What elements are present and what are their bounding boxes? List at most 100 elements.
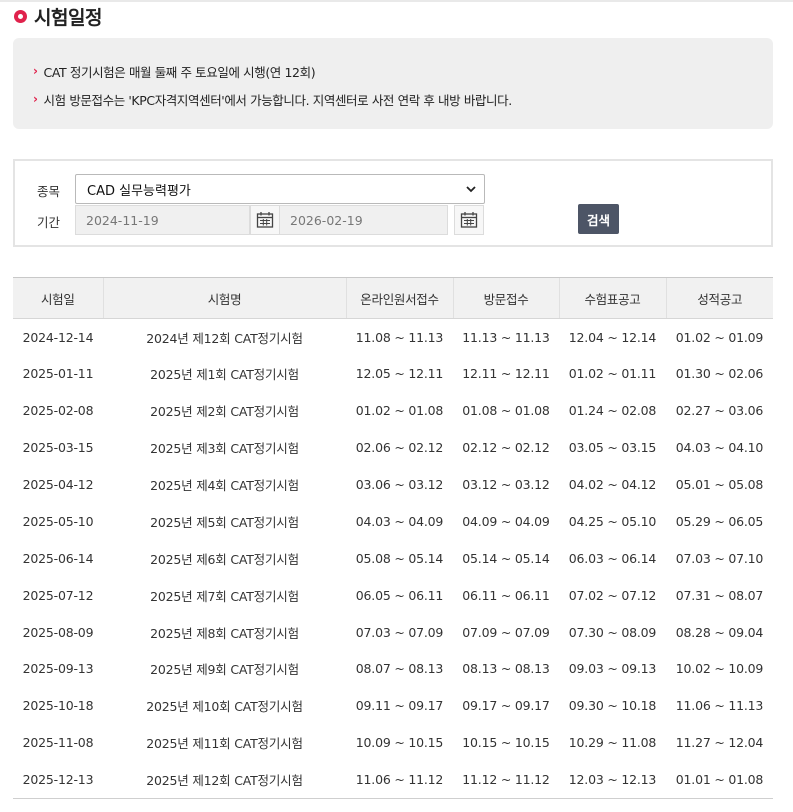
table-row: 2025-11-08 2025년 제11회 CAT정기시험 10.09 ~ 10.1… [13,724,773,761]
admission-ticket-cell: 04.02 ~ 04.12 [568,477,657,492]
start-date-calendar-button[interactable] [250,205,280,235]
exam-date-cell: 2025-05-10 [22,513,94,529]
exam-date-cell: 2025-02-08 [22,403,94,419]
table-row: 2025-03-15 2025년 제3회 CAT정기시험 02.06 ~ 02.12… [13,429,773,466]
exam-date-cell: 2025-04-12 [22,477,94,492]
table-row: 2025-09-13 2025년 제9회 CAT정기시험 08.07 ~ 08.13… [13,651,773,688]
admission-ticket-cell: 01.24 ~ 02.08 [568,403,657,419]
admission-ticket-cell: 03.05 ~ 03.15 [568,440,657,456]
score-announcement-cell: 01.02 ~ 01.09 [675,329,764,345]
exam-name-cell: 2025년 제2회 CAT정기시험 [150,404,299,420]
exam-name-cell: 2025년 제6회 CAT정기시험 [150,551,299,567]
visit-registration-cell: 05.14 ~ 05.14 [462,550,550,566]
exam-name-cell: 2024년 제12회 CAT정기시험 [146,330,303,346]
page-header: 시험일정 [14,3,102,29]
admission-ticket-cell: 06.03 ~ 06.14 [568,550,657,566]
exam-date-cell: 2025-08-09 [22,624,94,640]
search-panel: 종목 CAD 실무능력평가 기간 2024-11-19 2026-02-19 검… [13,159,773,247]
visit-registration-cell: 01.08 ~ 01.08 [462,403,550,419]
period-label: 기간 [37,215,61,230]
exam-date-cell: 2025-03-15 [22,440,94,456]
table-row: 2025-06-14 2025년 제6회 CAT정기시험 05.08 ~ 05.14… [13,540,773,577]
visit-registration-cell: 04.09 ~ 04.09 [462,513,550,529]
online-registration-cell: 02.06 ~ 02.12 [355,440,444,456]
online-registration-cell: 04.03 ~ 04.09 [355,513,444,529]
admission-ticket-cell: 10.29 ~ 11.08 [568,735,657,751]
notice-item: › CAT 정기시험은 매월 둘째 주 토요일에 시행(연 12회) [33,60,773,82]
exam-date-cell: 2025-06-14 [22,550,94,566]
notice-box: › CAT 정기시험은 매월 둘째 주 토요일에 시행(연 12회) › 시험 … [13,38,773,129]
table-row: 2025-07-12 2025년 제7회 CAT정기시험 06.05 ~ 06.11… [13,577,773,614]
exam-date-cell: 2024-12-14 [22,329,94,345]
visit-registration-cell: 10.15 ~ 10.15 [462,735,550,751]
table-row: 2025-02-08 2025년 제2회 CAT정기시험 01.02 ~ 01.08… [13,392,773,429]
top-divider [0,0,793,2]
score-announcement-cell: 04.03 ~ 04.10 [675,440,764,456]
online-registration-cell: 03.06 ~ 03.12 [355,477,444,492]
calendar-icon [256,212,274,228]
column-header-exam-name: 시험명 [102,277,346,319]
visit-registration-cell: 03.12 ~ 03.12 [462,477,550,492]
exam-name-cell: 2025년 제5회 CAT정기시험 [150,514,299,530]
admission-ticket-cell: 12.04 ~ 12.14 [568,329,657,345]
admission-ticket-cell: 09.30 ~ 10.18 [568,698,657,714]
exam-name-cell: 2025년 제9회 CAT정기시험 [150,662,299,678]
score-announcement-cell: 05.29 ~ 06.05 [675,513,764,529]
score-announcement-cell: 10.02 ~ 10.09 [675,661,764,677]
chevron-down-icon [466,186,476,193]
exam-date-cell: 2025-12-13 [13,761,103,799]
end-date-calendar-button[interactable] [454,205,484,235]
table-body: 2024-12-14 2024년 제12회 CAT정기시험 11.08 ~ 11.1… [13,319,773,799]
admission-ticket-cell: 09.03 ~ 09.13 [568,661,657,677]
notice-text: CAT 정기시험은 매월 둘째 주 토요일에 시행(연 12회) [43,64,316,80]
admission-ticket-cell: 04.25 ~ 05.10 [568,513,657,529]
column-header-visit-registration: 방문접수 [452,277,559,319]
table-header-row: 시험일 시험명 온라인원서접수 방문접수 수험표공고 성적공고 [13,277,773,319]
score-announcement-cell: 02.27 ~ 03.06 [675,403,764,419]
online-registration-cell: 08.07 ~ 08.13 [355,661,444,677]
calendar-icon [460,212,478,228]
online-registration-cell: 05.08 ~ 05.14 [355,550,444,566]
end-date-field[interactable]: 2026-02-19 [279,205,448,235]
online-registration-cell: 07.03 ~ 07.09 [355,624,444,640]
table-row: 2024-12-14 2024년 제12회 CAT정기시험 11.08 ~ 11.1… [13,319,773,356]
score-announcement-cell: 01.01 ~ 01.08 [666,761,773,799]
exam-name-cell: 2025년 제10회 CAT정기시험 [146,699,303,715]
online-registration-cell: 06.05 ~ 06.11 [355,587,444,603]
exam-name-cell: 2025년 제7회 CAT정기시험 [150,588,299,604]
score-announcement-cell: 07.31 ~ 08.07 [675,587,764,603]
exam-name-cell: 2025년 제4회 CAT정기시험 [150,478,299,493]
exam-type-select[interactable]: CAD 실무능력평가 [75,174,485,204]
circle-bullet-icon [14,9,27,23]
visit-registration-cell: 09.17 ~ 09.17 [462,698,550,714]
visit-registration-cell: 02.12 ~ 02.12 [462,440,550,456]
chevron-right-icon: › [33,92,38,106]
column-header-score-announcement: 성적공고 [665,277,773,319]
search-button[interactable]: 검색 [578,204,619,234]
exam-date-cell: 2025-09-13 [22,661,94,677]
visit-registration-cell: 08.13 ~ 08.13 [462,661,550,677]
table-row: 2025-10-18 2025년 제10회 CAT정기시험 09.11 ~ 09.1… [13,687,773,724]
score-announcement-cell: 01.30 ~ 02.06 [675,366,764,382]
online-registration-cell: 09.11 ~ 09.17 [355,698,444,714]
score-announcement-cell: 05.01 ~ 05.08 [675,477,764,492]
visit-registration-cell: 11.13 ~ 11.13 [462,329,550,345]
online-registration-cell: 12.05 ~ 12.11 [355,366,444,382]
admission-ticket-cell: 12.03 ~ 12.13 [559,761,666,799]
admission-ticket-cell: 07.02 ~ 07.12 [568,587,657,603]
online-registration-cell: 11.08 ~ 11.13 [355,329,444,345]
online-registration-cell: 10.09 ~ 10.15 [355,735,444,751]
table-row: 2025-08-09 2025년 제8회 CAT정기시험 07.03 ~ 07.09… [13,614,773,651]
type-label: 종목 [37,184,61,199]
table-row: 2025-04-12 2025년 제4회 CAT정기시험 03.06 ~ 03.12… [13,466,773,503]
exam-date-cell: 2025-11-08 [22,735,94,751]
notice-text: 시험 방문접수는 'KPC자격지역센터'에서 가능합니다. 지역센터로 사전 연… [43,92,513,108]
start-date-field[interactable]: 2024-11-19 [75,205,250,235]
admission-ticket-cell: 01.02 ~ 01.11 [568,366,657,382]
column-header-online-registration: 온라인원서접수 [345,277,453,319]
column-header-admission-ticket: 수험표공고 [558,277,666,319]
exam-date-cell: 2025-01-11 [22,366,94,382]
exam-date-cell: 2025-07-12 [22,587,94,603]
score-announcement-cell: 07.03 ~ 07.10 [675,550,764,566]
visit-registration-cell: 06.11 ~ 06.11 [462,587,550,603]
